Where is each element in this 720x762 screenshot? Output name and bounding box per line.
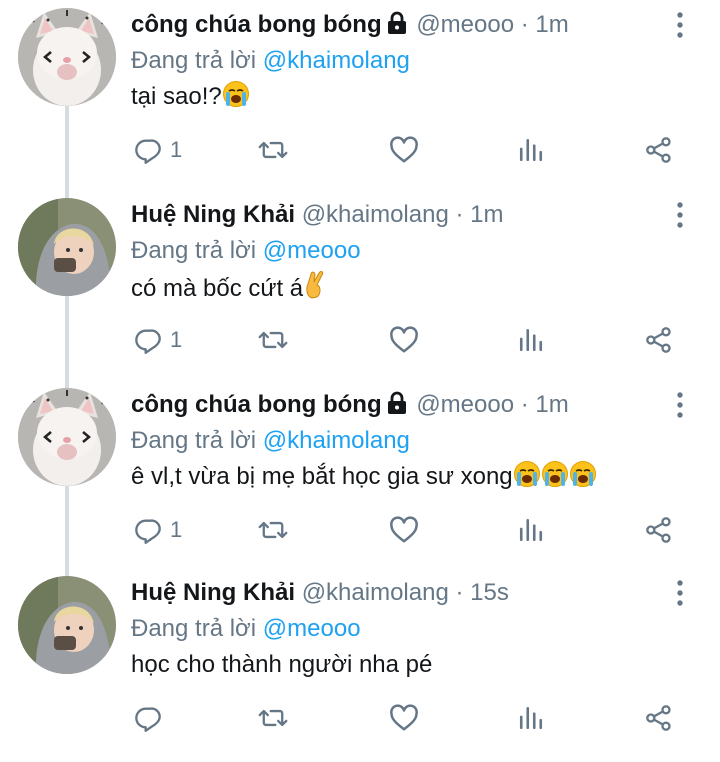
tweet-text-content: tại sao!? bbox=[131, 83, 222, 110]
speech-bubble-icon bbox=[134, 326, 162, 354]
loudly-crying-face-emoji bbox=[513, 460, 541, 498]
reply-count: 1 bbox=[170, 517, 183, 542]
display-name[interactable]: công chúa bong bóng bbox=[131, 11, 382, 38]
more-options-icon[interactable] bbox=[672, 578, 688, 608]
retweet-icon bbox=[258, 136, 288, 164]
replying-to: Đang trả lời @meooo bbox=[131, 612, 361, 646]
speech-bubble-icon bbox=[134, 704, 162, 732]
loudly-crying-face-emoji bbox=[222, 80, 250, 118]
display-name[interactable]: Huệ Ning Khải bbox=[131, 201, 295, 228]
mention-link[interactable]: @khaimolang bbox=[263, 47, 410, 74]
like-button[interactable] bbox=[389, 320, 419, 360]
replying-to: Đang trả lời @khaimolang bbox=[131, 44, 410, 78]
handle-and-time: @khaimolang · 1m bbox=[301, 201, 504, 228]
reply-count: 1 bbox=[170, 137, 183, 162]
more-options-icon[interactable] bbox=[672, 200, 688, 230]
share-button[interactable] bbox=[645, 510, 673, 550]
tweet-text: có mà bốc cứt á bbox=[131, 270, 327, 310]
tweet-text-content: học cho thành người nha pé bbox=[131, 651, 433, 678]
avatar[interactable] bbox=[18, 576, 116, 674]
share-icon bbox=[645, 136, 673, 164]
bar-chart-icon bbox=[518, 327, 544, 353]
like-button[interactable] bbox=[389, 698, 419, 738]
mention-link[interactable]: @meooo bbox=[263, 237, 361, 264]
share-button[interactable] bbox=[645, 698, 673, 738]
tweet-actions bbox=[0, 698, 720, 738]
analytics-button[interactable] bbox=[518, 698, 544, 738]
tweet-text-content: ê vl,t vừa bị mẹ bắt học gia sư xong bbox=[131, 463, 513, 490]
share-button[interactable] bbox=[645, 320, 673, 360]
replying-to: Đang trả lời @khaimolang bbox=[131, 424, 410, 458]
handle-and-time: @meooo · 1m bbox=[416, 391, 569, 418]
mention-link[interactable]: @meooo bbox=[263, 615, 361, 642]
tweet-header: công chúa bong bóng @meooo · 1m bbox=[131, 388, 569, 425]
tweet-text: học cho thành người nha pé bbox=[131, 648, 432, 682]
tweet-text: tại sao!? bbox=[131, 80, 250, 118]
retweet-button[interactable] bbox=[258, 510, 288, 550]
speech-bubble-icon bbox=[134, 516, 162, 544]
avatar[interactable] bbox=[18, 388, 116, 486]
tweet-header: công chúa bong bóng @meooo · 1m bbox=[131, 8, 569, 45]
tweet-text: ê vl,t vừa bị mẹ bắt học gia sư xong bbox=[131, 460, 597, 498]
avatar[interactable] bbox=[18, 8, 116, 106]
reply-button[interactable]: 1 bbox=[134, 510, 182, 550]
lock-icon bbox=[386, 391, 408, 425]
like-button[interactable] bbox=[389, 510, 419, 550]
reply-button[interactable]: 1 bbox=[134, 320, 182, 360]
retweet-button[interactable] bbox=[258, 130, 288, 170]
reply-count: 1 bbox=[170, 327, 183, 352]
tweet[interactable]: công chúa bong bóng @meooo · 1m Đang trả… bbox=[0, 384, 720, 574]
tweet[interactable]: công chúa bong bóng @meooo · 1m Đang trả… bbox=[0, 4, 720, 194]
tweet-actions: 1 bbox=[0, 130, 720, 170]
tweet-actions: 1 bbox=[0, 510, 720, 550]
analytics-button[interactable] bbox=[518, 320, 544, 360]
bar-chart-icon bbox=[518, 137, 544, 163]
display-name[interactable]: công chúa bong bóng bbox=[131, 391, 382, 418]
retweet-icon bbox=[258, 326, 288, 354]
handle-and-time: @meooo · 1m bbox=[416, 11, 569, 38]
more-options-icon[interactable] bbox=[672, 390, 688, 420]
replying-to-label: Đang trả lời bbox=[131, 615, 257, 642]
reply-button[interactable]: 1 bbox=[134, 130, 182, 170]
tweet-text-content: có mà bốc cứt á bbox=[131, 275, 304, 302]
share-icon bbox=[645, 704, 673, 732]
retweet-button[interactable] bbox=[258, 698, 288, 738]
replying-to-label: Đang trả lời bbox=[131, 427, 257, 454]
retweet-icon bbox=[258, 516, 288, 544]
retweet-icon bbox=[258, 704, 288, 732]
analytics-button[interactable] bbox=[518, 510, 544, 550]
crossed-fingers-emoji bbox=[303, 270, 327, 310]
tweet[interactable]: Huệ Ning Khải @khaimolang · 1m Đang trả … bbox=[0, 194, 720, 384]
tweet-actions: 1 bbox=[0, 320, 720, 360]
tweet-header: Huệ Ning Khải @khaimolang · 15s bbox=[131, 576, 509, 610]
share-icon bbox=[645, 326, 673, 354]
loudly-crying-face-emoji bbox=[541, 460, 569, 498]
share-icon bbox=[645, 516, 673, 544]
avatar[interactable] bbox=[18, 198, 116, 296]
lock-icon bbox=[386, 11, 408, 45]
display-name[interactable]: Huệ Ning Khải bbox=[131, 579, 295, 606]
heart-icon bbox=[389, 704, 419, 732]
heart-icon bbox=[389, 136, 419, 164]
loudly-crying-face-emoji bbox=[569, 460, 597, 498]
more-options-icon[interactable] bbox=[672, 10, 688, 40]
share-button[interactable] bbox=[645, 130, 673, 170]
bar-chart-icon bbox=[518, 705, 544, 731]
tweet-header: Huệ Ning Khải @khaimolang · 1m bbox=[131, 198, 503, 232]
like-button[interactable] bbox=[389, 130, 419, 170]
heart-icon bbox=[389, 326, 419, 354]
mention-link[interactable]: @khaimolang bbox=[263, 427, 410, 454]
heart-icon bbox=[389, 516, 419, 544]
bar-chart-icon bbox=[518, 517, 544, 543]
reply-button[interactable] bbox=[134, 698, 170, 738]
analytics-button[interactable] bbox=[518, 130, 544, 170]
speech-bubble-icon bbox=[134, 136, 162, 164]
retweet-button[interactable] bbox=[258, 320, 288, 360]
replying-to: Đang trả lời @meooo bbox=[131, 234, 361, 268]
replying-to-label: Đang trả lời bbox=[131, 237, 257, 264]
handle-and-time: @khaimolang · 15s bbox=[301, 579, 509, 606]
replying-to-label: Đang trả lời bbox=[131, 47, 257, 74]
